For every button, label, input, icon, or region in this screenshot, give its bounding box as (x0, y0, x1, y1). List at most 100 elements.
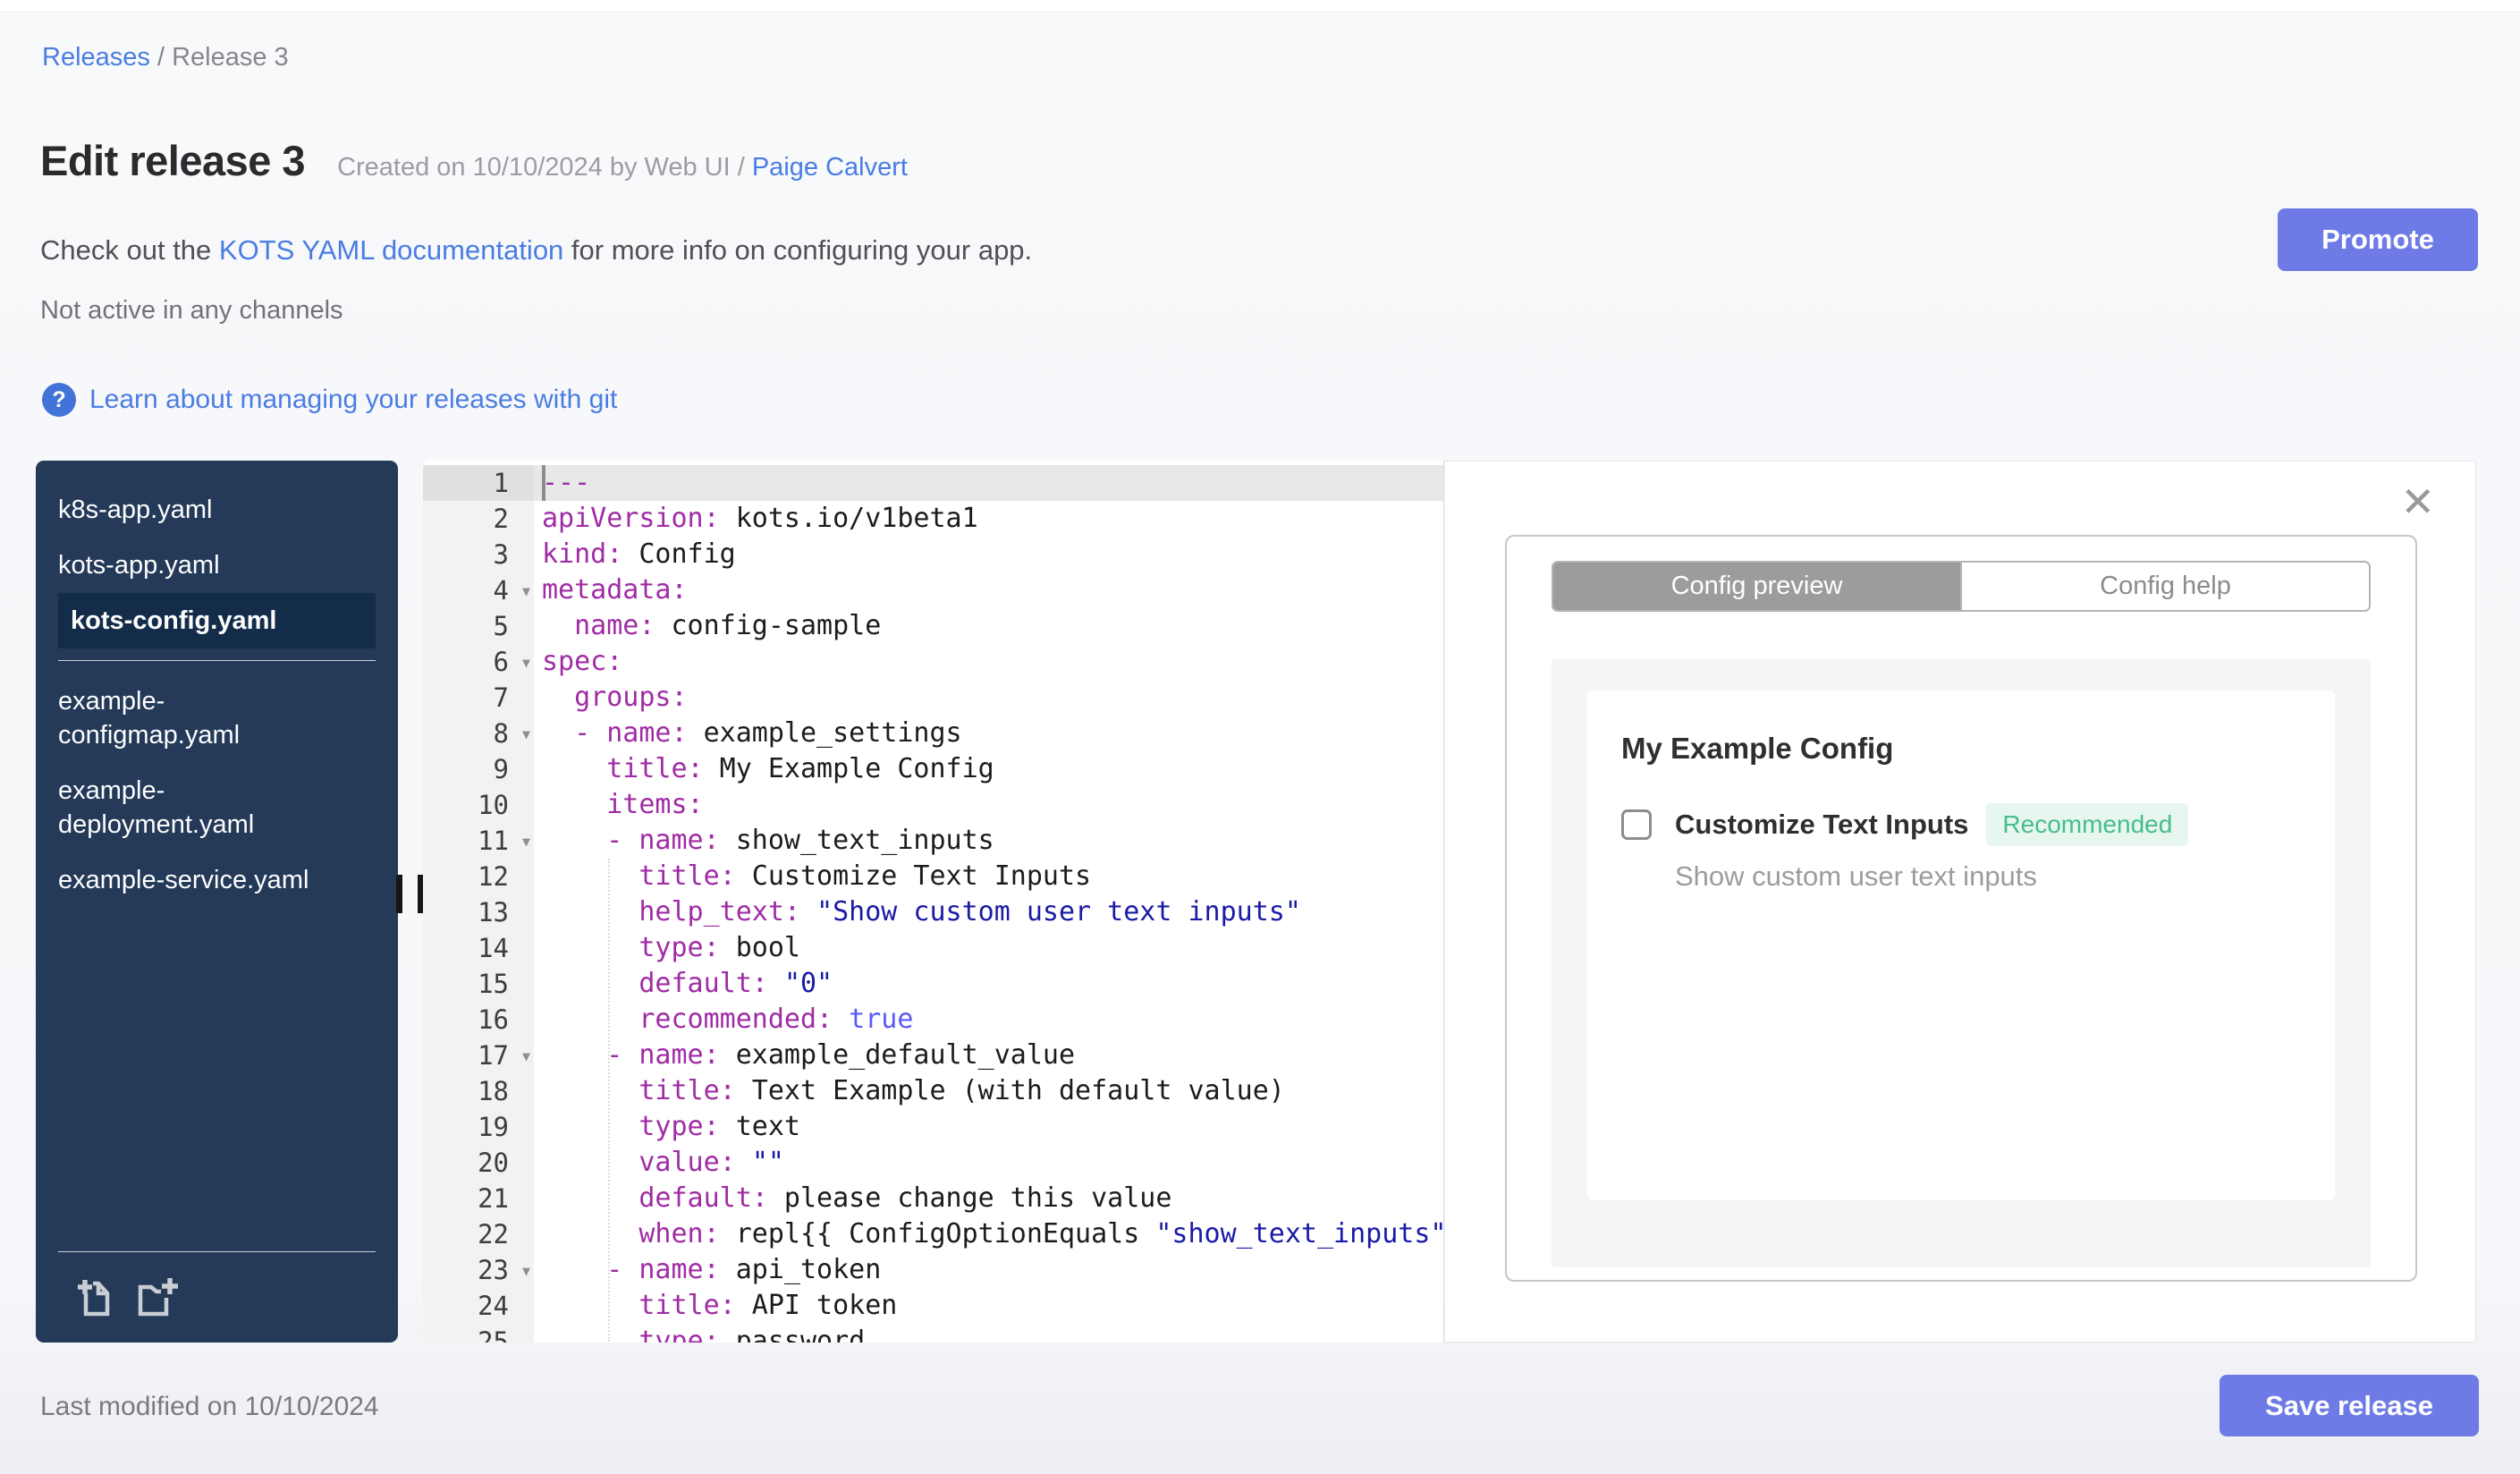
line-number[interactable]: 22 (423, 1216, 534, 1252)
tab-config-help[interactable]: Config help (1960, 563, 2369, 610)
code-line: 17 ▼ - name: example_default_value (423, 1038, 1443, 1073)
code-line: 23 ▼ - name: api_token (423, 1252, 1443, 1288)
fold-arrow-icon[interactable]: ▼ (522, 573, 530, 609)
indent-guide (608, 859, 610, 1342)
doc-hint-prefix: Check out the (40, 234, 219, 266)
question-circle-icon[interactable]: ? (42, 383, 76, 417)
title-row: Edit release 3 Created on 10/10/2024 by … (40, 136, 908, 185)
new-folder-icon[interactable] (133, 1275, 182, 1323)
code-line: 4 ▼ metadata: (423, 572, 1443, 608)
config-group-title: My Example Config (1621, 732, 1894, 765)
code-text: name: config-sample (574, 610, 882, 641)
config-preview-panel: ✕ Config preview Config help My Example C… (1445, 461, 2476, 1343)
line-number[interactable]: 21 (423, 1181, 534, 1216)
line-number[interactable]: 23 ▼ (423, 1252, 534, 1288)
code-line: 10 items: (423, 787, 1443, 823)
git-help-row: ? Learn about managing your releases wit… (42, 383, 617, 417)
sidebar-item-file[interactable]: example-service.yaml (58, 852, 337, 908)
code-text: title: Customize Text Inputs (638, 860, 1092, 892)
line-number[interactable]: 20 (423, 1145, 534, 1181)
fold-arrow-icon[interactable]: ▼ (522, 645, 530, 681)
created-author-link[interactable]: Paige Calvert (752, 153, 908, 182)
close-icon[interactable]: ✕ (2400, 481, 2435, 522)
line-number[interactable]: 6 ▼ (423, 644, 534, 680)
save-release-button[interactable]: Save release (2220, 1375, 2479, 1436)
code-text: recommended: true (638, 1004, 914, 1035)
promote-button[interactable]: Promote (2278, 208, 2478, 271)
breadcrumb-releases-link[interactable]: Releases (42, 43, 150, 72)
breadcrumb-current: Release 3 (172, 43, 289, 72)
tab-config-preview[interactable]: Config preview (1553, 563, 1960, 610)
sidebar-item-file[interactable]: kots-config.yaml (58, 593, 376, 648)
recommended-badge: Recommended (1986, 803, 2189, 846)
page-title: Edit release 3 (40, 137, 306, 184)
sidebar-item-file[interactable]: k8s-app.yaml (58, 482, 337, 538)
line-number[interactable]: 1 (423, 465, 534, 501)
code-text: kind: Config (542, 538, 736, 570)
created-text: Created on 10/10/2024 by Web UI / (337, 153, 752, 182)
line-number[interactable]: 9 (423, 751, 534, 787)
config-render-card: My Example Config Customize Text Inputs … (1587, 690, 2335, 1200)
line-number[interactable]: 25 (423, 1324, 534, 1343)
kots-yaml-doc-link[interactable]: KOTS YAML documentation (219, 234, 563, 266)
line-number[interactable]: 18 (423, 1073, 534, 1109)
code-line: 25 type: password (423, 1324, 1443, 1343)
line-number[interactable]: 14 (423, 930, 534, 966)
doc-hint-suffix: for more info on configuring your app. (563, 234, 1033, 266)
preview-viewport: My Example Config Customize Text Inputs … (1552, 659, 2371, 1267)
code-text: type: password (638, 1326, 866, 1343)
code-text: spec: (542, 646, 623, 677)
line-number[interactable]: 10 (423, 787, 534, 823)
file-sidebar: k8s-app.yaml kots-app.yaml kots-config.yam… (36, 461, 398, 1343)
line-number[interactable]: 4 ▼ (423, 572, 534, 608)
code-line: 11 ▼ - name: show_text_inputs (423, 823, 1443, 859)
line-number[interactable]: 3 (423, 537, 534, 572)
fold-arrow-icon[interactable]: ▼ (522, 716, 530, 752)
code-line: 19 type: text (423, 1109, 1443, 1145)
preview-card: Config preview Config help My Example Con… (1505, 535, 2417, 1282)
code-line: 21 default: please change this value (423, 1181, 1443, 1216)
code-line: 5 name: config-sample (423, 608, 1443, 644)
code-line: 2 apiVersion: kots.io/v1beta1 (423, 501, 1443, 537)
new-file-icon[interactable] (74, 1275, 115, 1323)
line-number[interactable]: 16 (423, 1002, 534, 1038)
code-text: value: "" (638, 1147, 784, 1178)
sidebar-editor-resize-handle[interactable] (396, 875, 424, 913)
code-text: metadata: (542, 574, 688, 606)
line-number[interactable]: 12 (423, 859, 534, 894)
line-number[interactable]: 19 (423, 1109, 534, 1145)
fold-arrow-icon[interactable]: ▼ (522, 1253, 530, 1289)
code-text: groups: (574, 682, 688, 713)
code-text: when: repl{{ ConfigOptionEquals "show_te… (638, 1218, 1444, 1250)
fold-arrow-icon[interactable]: ▼ (522, 1038, 530, 1074)
line-number[interactable]: 2 (423, 501, 534, 537)
code-line: 13 help_text: "Show custom user text inp… (423, 894, 1443, 930)
git-releases-link[interactable]: Learn about managing your releases with … (89, 385, 617, 415)
line-number[interactable]: 8 ▼ (423, 716, 534, 751)
code-text: items: (606, 789, 704, 820)
line-number[interactable]: 24 (423, 1288, 534, 1324)
code-line: 18 title: Text Example (with default val… (423, 1073, 1443, 1109)
customize-text-inputs-checkbox[interactable] (1621, 809, 1652, 840)
doc-hint-line: Check out the KOTS YAML documentation fo… (40, 234, 1032, 267)
sidebar-item-file[interactable]: kots-app.yaml (58, 538, 337, 593)
line-number[interactable]: 13 (423, 894, 534, 930)
preview-tabs: Config preview Config help (1552, 561, 2371, 612)
line-number[interactable]: 5 (423, 608, 534, 644)
sidebar-item-file[interactable]: example-deployment.yaml (58, 763, 337, 852)
config-item-help: Show custom user text inputs (1675, 860, 2037, 892)
code-line: 24 title: API token (423, 1288, 1443, 1324)
config-item-label: Customize Text Inputs (1675, 809, 1969, 840)
code-text: help_text: "Show custom user text inputs… (638, 896, 1301, 928)
sidebar-item-file[interactable]: example-configmap.yaml (58, 673, 337, 763)
fold-arrow-icon[interactable]: ▼ (522, 824, 530, 860)
line-number[interactable]: 11 ▼ (423, 823, 534, 859)
line-number[interactable]: 15 (423, 966, 534, 1002)
code-line: 12 title: Customize Text Inputs (423, 859, 1443, 894)
text-cursor (542, 465, 545, 501)
config-item-row: Customize Text Inputs Recommended (1621, 803, 2308, 846)
line-number[interactable]: 17 ▼ (423, 1038, 534, 1073)
line-number[interactable]: 7 (423, 680, 534, 716)
yaml-editor[interactable]: 1 --- 2 apiVersion: kots.io/v1beta1 3 kind: C… (423, 461, 1444, 1343)
code-area: 1 --- 2 apiVersion: kots.io/v1beta1 3 kind: C… (423, 461, 1443, 1343)
